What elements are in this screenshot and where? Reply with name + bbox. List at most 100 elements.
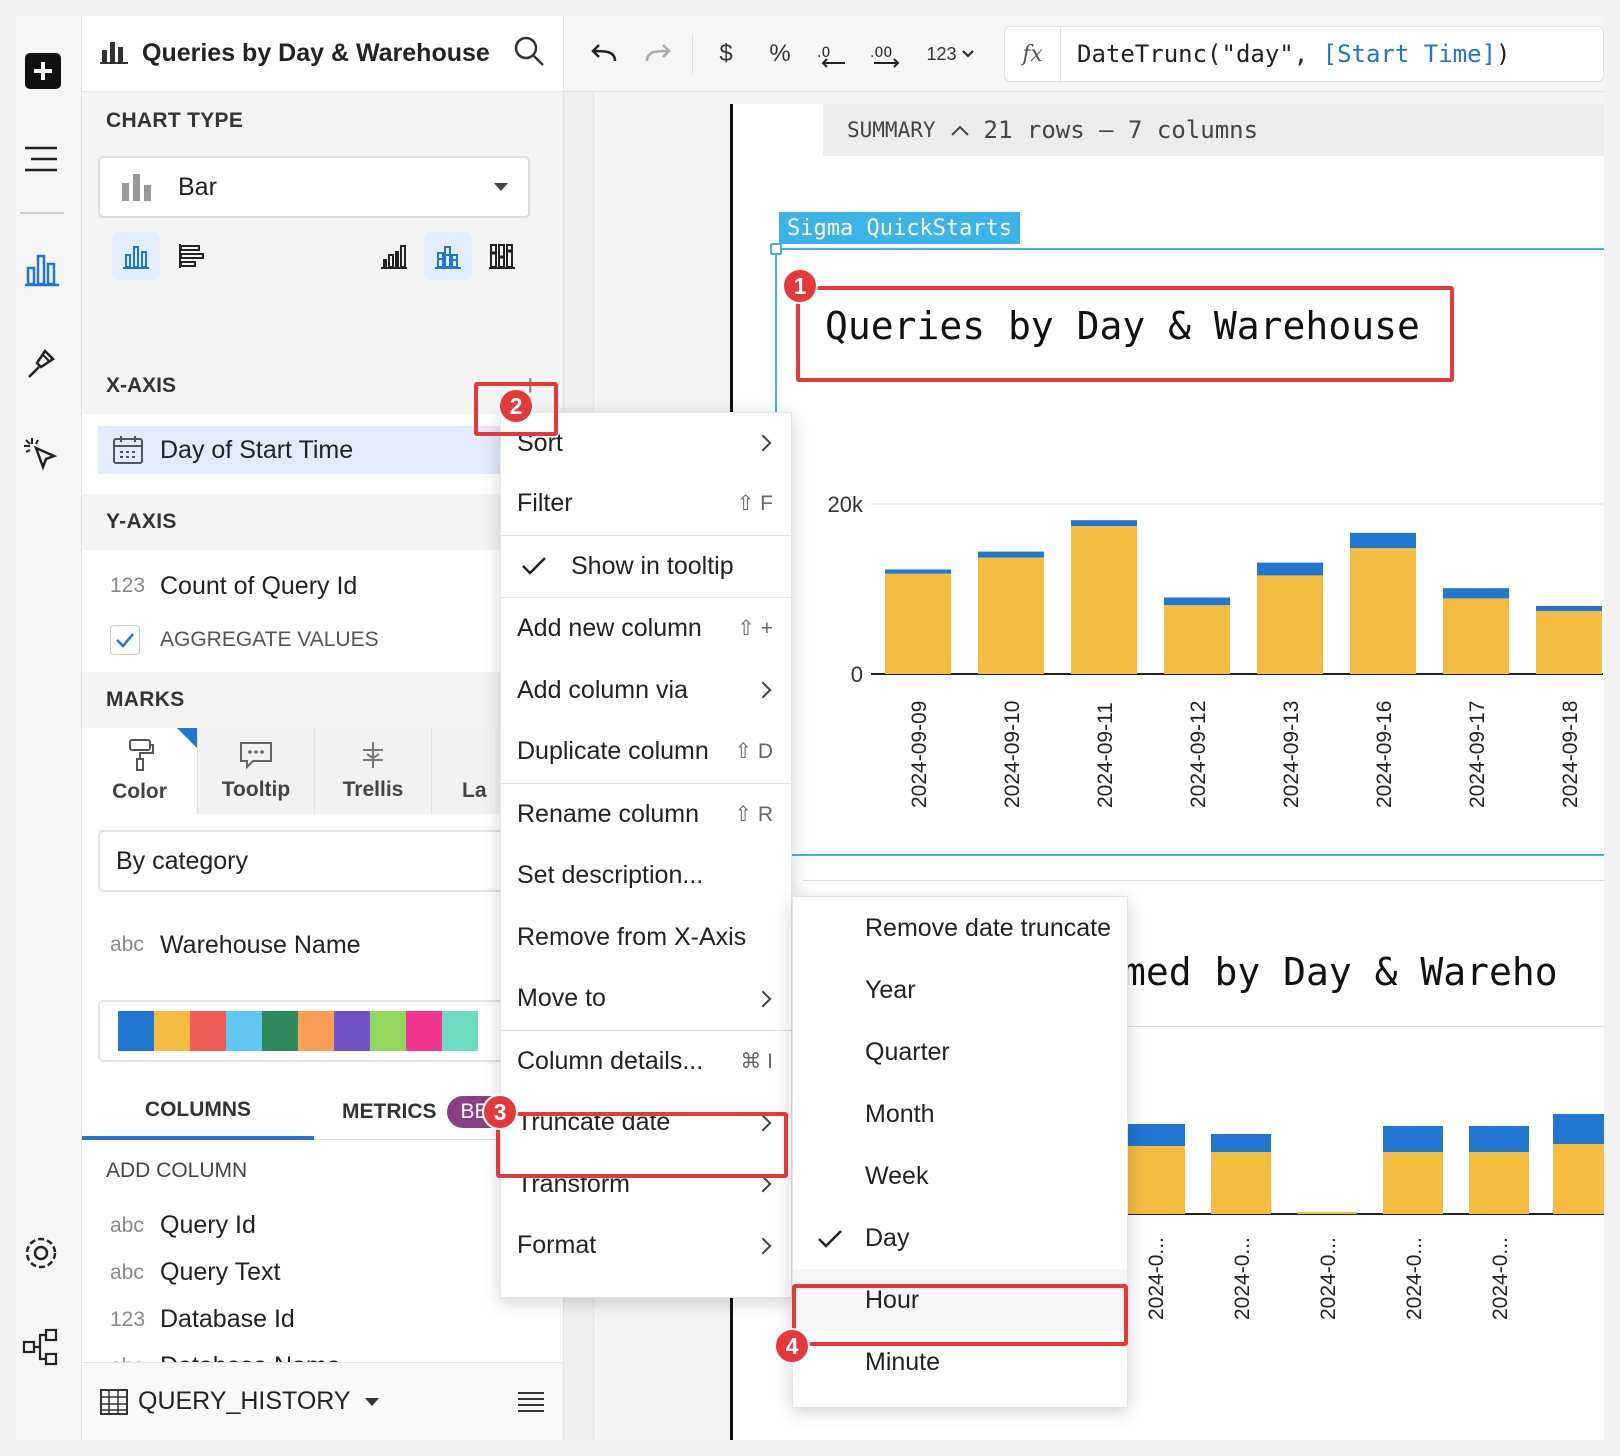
bar-segment[interactable] [1211, 1134, 1271, 1152]
callout-badge-4: 4 [774, 1328, 810, 1364]
formula-text[interactable]: DateTrunc("day", [Start Time]) [1077, 40, 1510, 68]
bar-segment[interactable] [1469, 1126, 1529, 1152]
bar-segment[interactable] [1257, 562, 1323, 576]
bar-segment[interactable] [978, 557, 1044, 674]
bar-segment[interactable] [1164, 597, 1230, 606]
bar-segment[interactable] [1469, 1152, 1529, 1214]
source-dropdown-icon[interactable] [364, 1397, 379, 1407]
bar-segment[interactable] [1125, 1146, 1185, 1214]
bar-segment[interactable] [978, 551, 1044, 558]
submenu-item-day[interactable]: Day [793, 1207, 1127, 1269]
x-tick-label: 2024-09-09 [908, 701, 931, 808]
chart-type-header: CHART TYPE [82, 92, 563, 150]
column-list-item[interactable]: 123 Database Id [82, 1296, 563, 1343]
number-format-dropdown[interactable]: 123 [920, 34, 980, 74]
menu-lines-icon[interactable] [20, 138, 62, 180]
tooltip-icon [240, 742, 272, 770]
cursor-click-icon[interactable] [20, 434, 62, 476]
marks-tab-color[interactable]: Color [82, 728, 198, 814]
summary-bar[interactable]: SUMMARY 21 rows – 7 columns [823, 104, 1604, 156]
color-field[interactable]: abc Warehouse Name [82, 900, 563, 990]
submenu-item-month[interactable]: Month [793, 1083, 1127, 1145]
bar-segment[interactable] [1536, 611, 1602, 674]
chevron-right-icon [754, 434, 772, 452]
menu-item-set-description[interactable]: Set description... [501, 845, 791, 907]
submenu-item-quarter[interactable]: Quarter [793, 1021, 1127, 1083]
menu-item-duplicate-column[interactable]: Duplicate column ⇧ D [501, 721, 791, 783]
marks-tab-tooltip[interactable]: Tooltip [198, 728, 315, 814]
menu-item-add-column-via[interactable]: Add column via [501, 660, 791, 722]
data-source-name[interactable]: QUERY_HISTORY [138, 1387, 351, 1416]
undo-icon[interactable] [584, 34, 624, 74]
menu-item-move-to[interactable]: Move to [501, 968, 791, 1030]
marks-tab-label: Color [112, 780, 167, 803]
color-palette[interactable] [98, 1000, 563, 1062]
horizontal-bar-button[interactable] [168, 232, 216, 280]
search-icon[interactable] [513, 35, 545, 72]
stacked-100-bar-button[interactable] [478, 232, 526, 280]
menu-item-label: Move to [517, 984, 606, 1013]
paint-brush-icon[interactable] [20, 342, 62, 384]
submenu-item-remove-date-truncate[interactable]: Remove date truncate [793, 897, 1127, 959]
chart-icon[interactable] [20, 248, 62, 290]
tab-columns[interactable]: COLUMNS [82, 1084, 314, 1140]
bar-segment[interactable] [1211, 1152, 1271, 1214]
menu-item-rename-column[interactable]: Rename column ⇧ R [501, 784, 791, 846]
lineage-icon[interactable] [20, 1326, 62, 1368]
marks-tab-trellis[interactable]: Trellis [315, 728, 432, 814]
formula-bar[interactable]: fx DateTrunc("day", [Start Time]) [1004, 26, 1604, 82]
bar-segment[interactable] [1383, 1152, 1443, 1214]
menu-item-show-in-tooltip[interactable]: Show in tooltip [501, 536, 791, 598]
bar-segment[interactable] [1257, 575, 1323, 674]
bar-segment[interactable] [1297, 1212, 1357, 1214]
menu-item-format[interactable]: Format [501, 1215, 791, 1277]
menu-item-label: Add new column [517, 614, 702, 643]
chart-type-select[interactable]: Bar [98, 156, 530, 218]
checkbox-checked-icon[interactable] [110, 625, 140, 655]
menu-item-label: Duplicate column [517, 737, 709, 766]
second-chart-divider [803, 880, 1604, 881]
submenu-item-year[interactable]: Year [793, 959, 1127, 1021]
currency-format-button[interactable]: $ [708, 34, 744, 74]
bar-segment[interactable] [1553, 1114, 1604, 1144]
redo-icon[interactable] [638, 34, 678, 74]
decrease-decimal-icon[interactable]: .0 [812, 34, 852, 74]
menu-item-filter[interactable]: Filter ⇧ F [501, 473, 791, 535]
bar-segment[interactable] [1443, 588, 1509, 599]
column-list-item[interactable]: abc Query Id [82, 1202, 563, 1249]
color-mode-select[interactable]: By category [98, 830, 563, 892]
bar-segment[interactable] [885, 569, 951, 574]
menu-item-add-new-column[interactable]: Add new column ⇧ + [501, 598, 791, 660]
settings-gear-icon[interactable] [20, 1232, 62, 1274]
vertical-bar-button[interactable] [112, 232, 160, 280]
x-tick-label: 2024-0... [1403, 1237, 1426, 1320]
marks-tab-label: Tooltip [221, 778, 291, 801]
bar-segment[interactable] [1350, 532, 1416, 549]
bar-segment[interactable] [1071, 526, 1137, 674]
resize-handle[interactable] [770, 243, 782, 255]
grouped-bar-button[interactable] [370, 232, 418, 280]
submenu-item-week[interactable]: Week [793, 1145, 1127, 1207]
bar-segment[interactable] [1553, 1144, 1604, 1214]
tab-metrics-label: METRICS [342, 1100, 437, 1123]
list-view-icon[interactable] [516, 1390, 546, 1414]
percent-format-button[interactable]: % [760, 34, 800, 74]
bar-segment[interactable] [1443, 598, 1509, 674]
chevron-up-icon[interactable] [950, 123, 970, 137]
menu-item-remove-from-x-axis[interactable]: Remove from X-Axis [501, 907, 791, 969]
bar-segment[interactable] [1536, 606, 1602, 612]
bar-segment[interactable] [1125, 1124, 1185, 1146]
increase-decimal-icon[interactable]: .00 [866, 34, 906, 74]
column-list-item[interactable]: abc Query Text [82, 1249, 563, 1296]
bar-segment[interactable] [1383, 1126, 1443, 1152]
second-chart-title[interactable]: med by Day & Wareho [1123, 950, 1558, 994]
add-icon[interactable] [22, 50, 64, 92]
aggregate-values-toggle[interactable]: AGGREGATE VALUES [82, 622, 563, 658]
menu-item-column-details[interactable]: Column details... ⌘ I [501, 1031, 791, 1093]
stacked-bar-button[interactable] [424, 232, 472, 280]
bar-segment[interactable] [1164, 605, 1230, 674]
bar-segment[interactable] [1071, 520, 1137, 527]
bar-segment[interactable] [1350, 548, 1416, 674]
y-axis-field[interactable]: 123 Count of Query Id [82, 550, 563, 622]
bar-segment[interactable] [885, 573, 951, 674]
